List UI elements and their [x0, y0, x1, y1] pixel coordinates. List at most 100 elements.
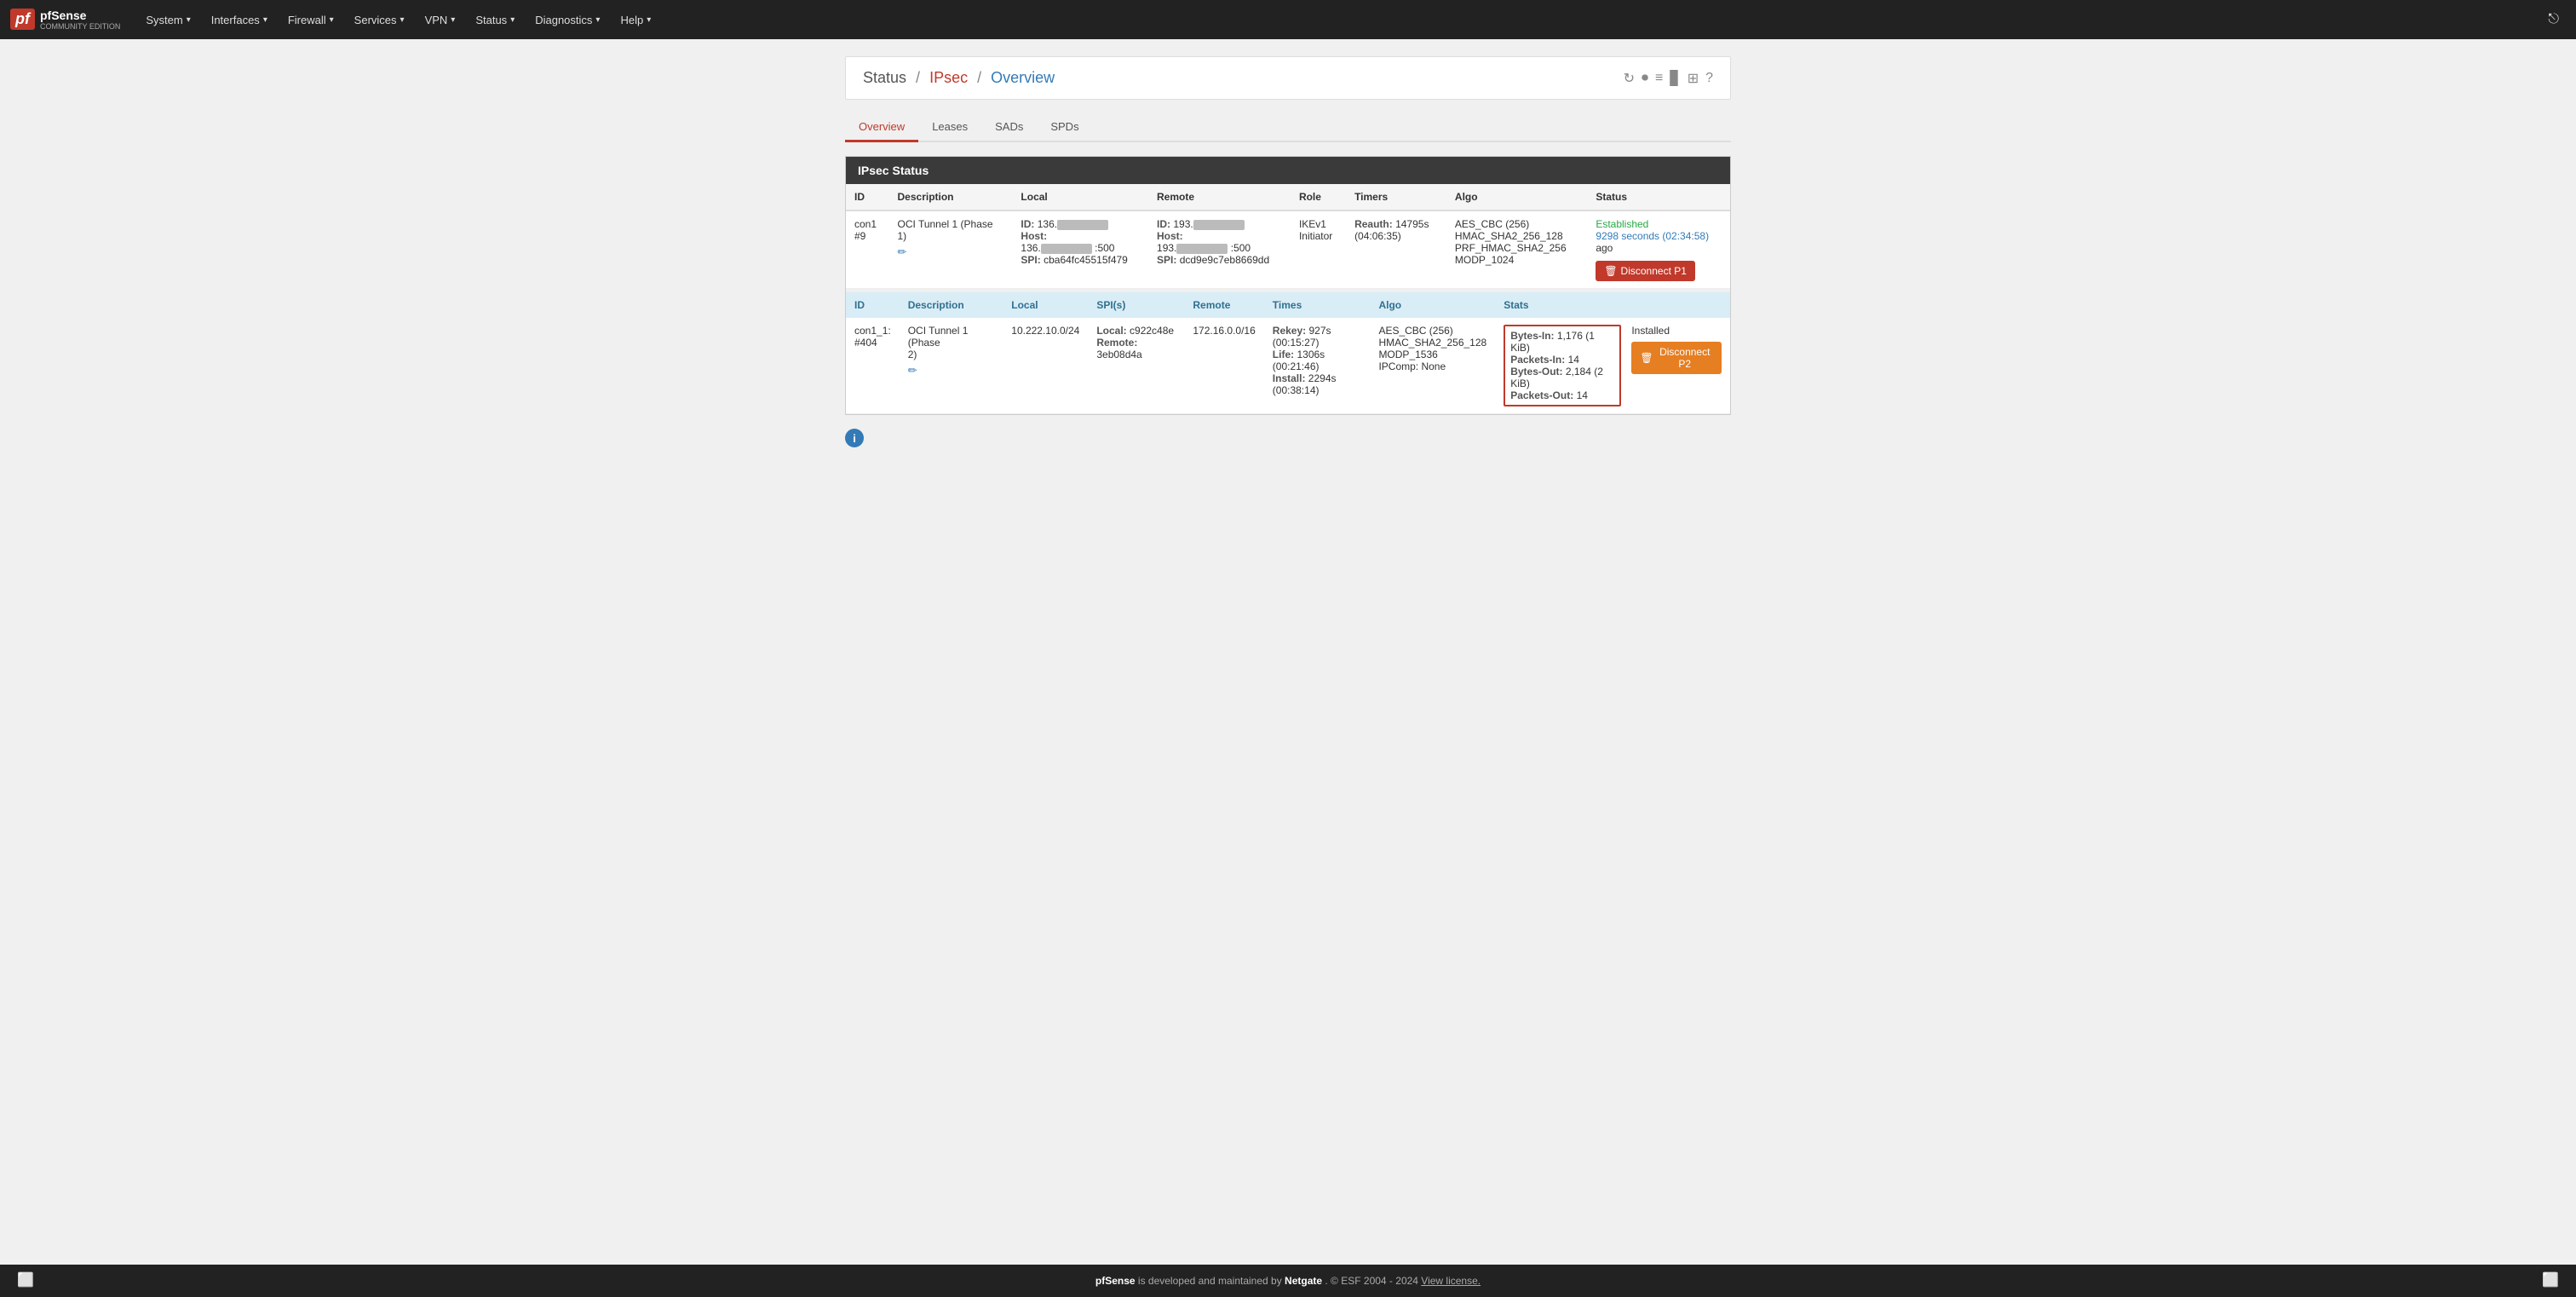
- p2-col-spi: SPI(s): [1088, 292, 1184, 318]
- nav-item-interfaces[interactable]: Interfaces▾: [201, 0, 278, 39]
- nav-item-services[interactable]: Services▾: [344, 0, 415, 39]
- p1-reauth-label: Reauth:: [1354, 218, 1393, 230]
- p1-local-spi-label: SPI:: [1021, 254, 1040, 266]
- p1-reauth: Reauth: 14795s: [1354, 218, 1438, 230]
- p2-edit-icon[interactable]: ✏: [908, 364, 917, 377]
- p1-local-id-redacted: [1057, 220, 1108, 230]
- p2-spi-remote-label: Remote:: [1096, 337, 1137, 349]
- p1-remote-cell: ID: 193. Host: 193. :500 SPI:: [1148, 210, 1291, 289]
- p1-local-spi-value: cba64fc45515f479: [1044, 254, 1128, 266]
- p2-times-rekey: Rekey: 927s: [1273, 325, 1362, 337]
- p2-algo-cell: AES_CBC (256) HMAC_SHA2_256_128 MODP_153…: [1370, 318, 1495, 414]
- p1-timers-cell: Reauth: 14795s (04:06:35): [1346, 210, 1446, 289]
- p1-table-header: ID Description Local Remote Role Timers …: [846, 184, 1730, 210]
- nav-item-diagnostics[interactable]: Diagnostics▾: [525, 0, 610, 39]
- grid-icon[interactable]: ⊞: [1688, 70, 1699, 87]
- record-icon[interactable]: ⏺: [1642, 71, 1648, 86]
- footer: pfSense is developed and maintained by N…: [0, 1265, 2576, 1297]
- bc-ipsec[interactable]: IPsec: [929, 69, 968, 86]
- p2-bytes-in: Bytes-In: 1,176 (1 KiB): [1510, 330, 1614, 354]
- caret-icon: ▾: [400, 15, 405, 25]
- p1-role-line2: Initiator: [1299, 230, 1337, 242]
- p2-install-sub: (00:38:14): [1273, 384, 1362, 396]
- p2-desc-line1: OCI Tunnel 1 (Phase: [908, 325, 995, 349]
- p1-remote-spi: SPI: dcd9e9c7eb8669dd: [1157, 254, 1282, 266]
- p2-col-remote: Remote: [1184, 292, 1263, 318]
- p2-spi-local-value: c922c48e: [1130, 325, 1174, 337]
- p2-algo-4: IPComp: None: [1378, 360, 1486, 372]
- caret-icon: ▾: [263, 15, 267, 25]
- bc-sep-2: /: [977, 69, 981, 86]
- panel-title: IPsec Status: [846, 157, 1730, 184]
- tab-overview[interactable]: Overview: [845, 113, 918, 141]
- tab-sads[interactable]: SADs: [981, 113, 1037, 141]
- info-icon[interactable]: i: [845, 429, 864, 447]
- ipsec-status-panel: IPsec Status ID Description Local Remote…: [845, 156, 1731, 415]
- footer-icon-left[interactable]: ⬜: [17, 1271, 34, 1288]
- p1-role-cell: IKEv1 Initiator: [1291, 210, 1346, 289]
- disconnect-p2-button[interactable]: 🗑 Disconnect P2: [1631, 342, 1722, 374]
- p2-packets-out-label: Packets-Out:: [1510, 389, 1573, 401]
- p1-id-line1: con1: [854, 218, 881, 230]
- p1-col-desc: Description: [889, 184, 1013, 210]
- p2-install-label: Install:: [1273, 372, 1306, 384]
- p2-local-value: 10.222.10.0/24: [1011, 325, 1079, 337]
- p1-local-host-addr: 136. :500: [1021, 242, 1140, 254]
- p1-remote-host-label: Host:: [1157, 230, 1183, 242]
- nav-item-system[interactable]: System▾: [135, 0, 200, 39]
- view-license-link[interactable]: View license.: [1421, 1275, 1481, 1287]
- tab-leases[interactable]: Leases: [918, 113, 981, 141]
- p1-remote-id-value: 193.: [1173, 218, 1193, 230]
- refresh-icon[interactable]: ↻: [1624, 70, 1635, 87]
- chart-icon[interactable]: ▊: [1670, 70, 1680, 87]
- p1-remote-id-label: ID:: [1157, 218, 1170, 230]
- breadcrumb-actions: ↻ ⏺ ≡ ▊ ⊞ ?: [1624, 70, 1713, 87]
- disconnect-p1-button[interactable]: 🗑 Disconnect P1: [1596, 261, 1695, 281]
- p2-spi-cell: Local: c922c48e Remote: 3eb08d4a: [1088, 318, 1184, 414]
- p2-algo-1: AES_CBC (256): [1378, 325, 1486, 337]
- p2-status-installed: Installed: [1631, 325, 1722, 337]
- p1-col-remote: Remote: [1148, 184, 1291, 210]
- logout-icon[interactable]: ⎋: [2541, 12, 2566, 27]
- p1-desc-cell: OCI Tunnel 1 (Phase 1) ✏: [889, 210, 1013, 289]
- caret-icon: ▾: [187, 15, 191, 25]
- tab-bar: Overview Leases SADs SPDs: [845, 113, 1731, 142]
- p2-desc-line2: 2): [908, 349, 995, 360]
- nav-item-status[interactable]: Status▾: [465, 0, 525, 39]
- p1-remote-spi-value: dcd9e9c7eb8669dd: [1180, 254, 1269, 266]
- p1-edit-icon[interactable]: ✏: [898, 245, 907, 258]
- footer-text-before: pfSense is developed and maintained by N…: [1095, 1275, 1481, 1287]
- filter-icon[interactable]: ≡: [1655, 71, 1663, 86]
- trash-icon-p2: 🗑: [1640, 352, 1653, 364]
- p1-local-cell: ID: 136. Host: 136. :500 SPI:: [1012, 210, 1148, 289]
- p1-local-id-label: ID:: [1021, 218, 1034, 230]
- p1-role-line1: IKEv1: [1299, 218, 1337, 230]
- nav-item-vpn[interactable]: VPN▾: [415, 0, 466, 39]
- p1-col-algo: Algo: [1446, 184, 1587, 210]
- nav-item-help[interactable]: Help▾: [610, 0, 661, 39]
- p2-packets-in-value: 14: [1568, 354, 1579, 366]
- p2-remote-value: 172.16.0.0/16: [1193, 325, 1255, 337]
- p1-algo-3: PRF_HMAC_SHA2_256: [1455, 242, 1578, 254]
- brand-name: pfSense: [40, 9, 120, 22]
- help-icon[interactable]: ?: [1705, 71, 1713, 86]
- footer-icon-right[interactable]: ⬜: [2542, 1271, 2559, 1288]
- p1-local-host-value: 136.: [1021, 242, 1040, 254]
- content-wrapper: Status / IPsec / Overview ↻ ⏺ ≡ ▊ ⊞ ? Ov…: [819, 39, 1757, 516]
- p1-remote-id: ID: 193.: [1157, 218, 1282, 230]
- p2-status-installed-area: Installed 🗑 Disconnect P2: [1631, 325, 1722, 374]
- p2-spi-local-label: Local:: [1096, 325, 1126, 337]
- p2-times-install: Install: 2294s: [1273, 372, 1362, 384]
- p2-remote-cell: 172.16.0.0/16: [1184, 318, 1263, 414]
- nav-item-firewall[interactable]: Firewall▾: [278, 0, 344, 39]
- p1-desc-line1: OCI Tunnel 1 (Phase: [898, 218, 1004, 230]
- p1-remote-port: :500: [1231, 242, 1251, 254]
- p1-col-id: ID: [846, 184, 889, 210]
- p1-status-established: Established: [1596, 218, 1722, 230]
- navbar: pf pfSense COMMUNITY EDITION System▾ Int…: [0, 0, 2576, 39]
- p1-col-local: Local: [1012, 184, 1148, 210]
- tab-spds[interactable]: SPDs: [1037, 113, 1092, 141]
- p2-table-header: ID Description Local SPI(s) Remote Times…: [846, 292, 1730, 318]
- p2-col-times: Times: [1264, 292, 1371, 318]
- p1-local-port: :500: [1095, 242, 1114, 254]
